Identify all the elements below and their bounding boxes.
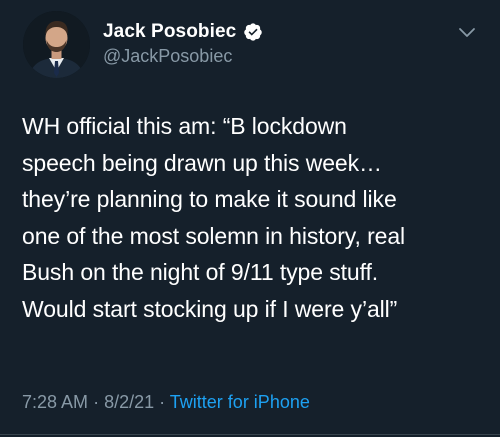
tweet-text: WH official this am: “B lockdown speech … — [22, 108, 492, 327]
meta-separator: · — [93, 392, 105, 412]
author-display-name[interactable]: Jack Posobiec — [103, 21, 236, 43]
tweet-text-line: Bush on the night of 9/11 type stuff. — [22, 259, 379, 285]
tweet-meta: 7:28 AM · 8/2/21 · Twitter for iPhone — [22, 392, 310, 413]
meta-separator: · — [159, 392, 170, 412]
chevron-down-icon[interactable] — [457, 26, 477, 40]
author-name-row[interactable]: Jack Posobiec — [103, 18, 263, 46]
tweet-text-line: one of the most solemn in history, real — [22, 222, 406, 249]
tweet-card: Jack Posobiec @JackPosobiec WH official … — [0, 0, 500, 437]
author-handle[interactable]: @JackPosobiec — [103, 46, 232, 67]
profile-photo-icon — [23, 11, 90, 78]
verified-badge-icon — [243, 22, 263, 42]
tweet-text-line: they’re planning to make it sound like — [22, 186, 397, 212]
avatar[interactable] — [23, 11, 90, 78]
tweet-time[interactable]: 7:28 AM — [22, 392, 88, 412]
tweet-text-line: WH official this am: “B lockdown — [22, 113, 347, 139]
tweet-source-link[interactable]: Twitter for iPhone — [170, 392, 310, 412]
tweet-text-line: speech being drawn up this week… — [22, 149, 382, 176]
tweet-text-line: Would start stocking up if I were y’all” — [22, 295, 398, 322]
divider — [0, 434, 500, 435]
tweet-date[interactable]: 8/2/21 — [104, 392, 154, 412]
